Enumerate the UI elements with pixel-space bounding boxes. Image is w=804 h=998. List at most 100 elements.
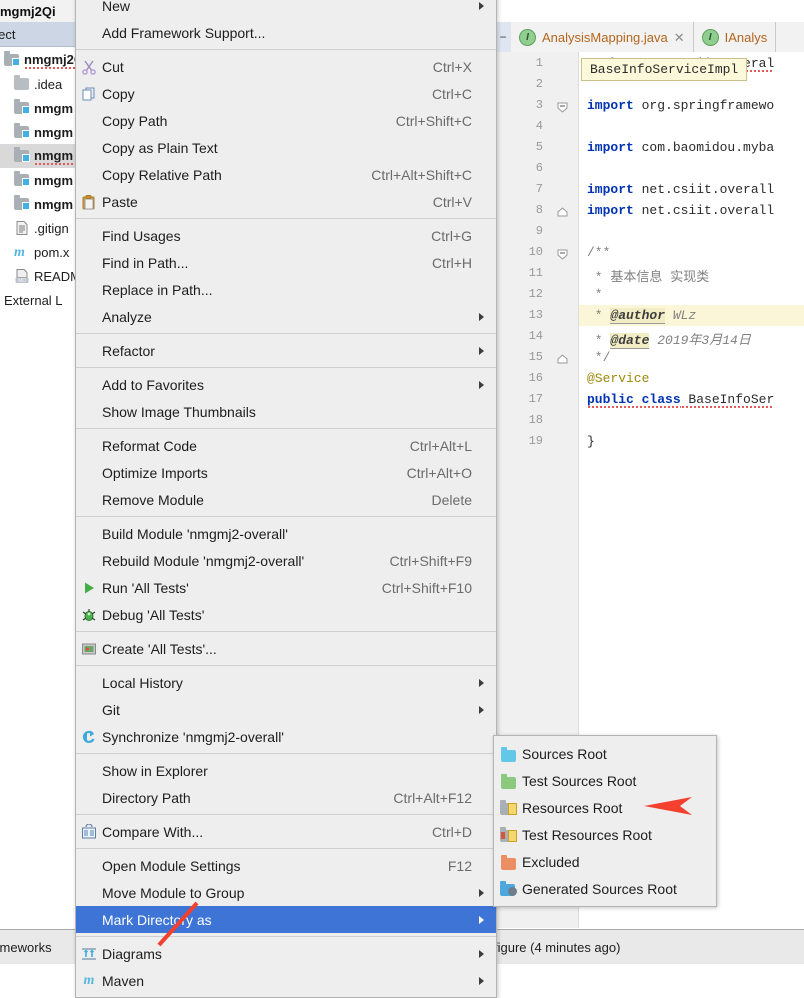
tree-item-label: nmgm bbox=[34, 172, 73, 188]
tree-item[interactable]: nmgmj2O bbox=[0, 48, 78, 72]
menu-item-open-module-settings[interactable]: Open Module Settings F12 bbox=[76, 852, 496, 879]
menu-item-label: Open Module Settings bbox=[102, 857, 241, 874]
menu-item-find-in-path[interactable]: Find in Path... Ctrl+H bbox=[76, 249, 496, 276]
menu-item-paste[interactable]: Paste Ctrl+V bbox=[76, 188, 496, 215]
menu-item-label: Paste bbox=[102, 193, 138, 210]
project-title-label: nmgmj2Qi bbox=[0, 3, 56, 19]
menu-item-copy-as-plain-text[interactable]: Copy as Plain Text bbox=[76, 134, 496, 161]
editor-tab-analysismapping[interactable]: I AnalysisMapping.java ✕ bbox=[511, 22, 694, 52]
submenu-item-test-resources-root[interactable]: Test Resources Root bbox=[494, 821, 716, 848]
editor-tabstrip: − I AnalysisMapping.java ✕ I IAnalys bbox=[495, 22, 804, 53]
tree-item[interactable]: nmgm bbox=[0, 192, 78, 216]
menu-item-copy-relative-path[interactable]: Copy Relative Path Ctrl+Alt+Shift+C bbox=[76, 161, 496, 188]
chevron-right-icon bbox=[472, 889, 490, 897]
tree-item[interactable]: nmgm bbox=[0, 120, 78, 144]
menu-item-show-image-thumbnails[interactable]: Show Image Thumbnails bbox=[76, 398, 496, 425]
interface-icon: I bbox=[701, 28, 719, 46]
menu-item-shortcut: Ctrl+Shift+F9 bbox=[389, 552, 472, 569]
tree-item[interactable]: nmgm bbox=[0, 144, 78, 168]
menu-item-move-module-to-group[interactable]: Move Module to Group bbox=[76, 879, 496, 906]
tree-item[interactable]: nmgm bbox=[0, 168, 78, 192]
menu-item-copy-path[interactable]: Copy Path Ctrl+Shift+C bbox=[76, 107, 496, 134]
menu-item-find-usages[interactable]: Find Usages Ctrl+G bbox=[76, 222, 496, 249]
line-number: 15 bbox=[528, 350, 543, 364]
code-fold-open-icon[interactable] bbox=[557, 248, 568, 260]
tree-item-label: External L bbox=[4, 292, 63, 308]
menu-item-new[interactable]: New bbox=[76, 0, 496, 19]
menu-item-local-history[interactable]: Local History bbox=[76, 669, 496, 696]
submenu-item-label: Excluded bbox=[522, 853, 580, 870]
menu-item-refactor[interactable]: Refactor bbox=[76, 337, 496, 364]
menu-item-create-all-tests[interactable]: Create 'All Tests'... bbox=[76, 635, 496, 662]
module-icon bbox=[4, 51, 20, 68]
code-fold-close-icon[interactable] bbox=[557, 353, 568, 364]
tree-item[interactable]: m pom.x bbox=[0, 240, 78, 264]
tree-item-label: pom.x bbox=[34, 244, 70, 260]
tree-item[interactable]: nmgm bbox=[0, 96, 78, 120]
menu-item-rebuild-module-nmgmj2-overall[interactable]: Rebuild Module 'nmgmj2-overall' Ctrl+Shif… bbox=[76, 547, 496, 574]
mark-directory-as-submenu[interactable]: Sources Root Test Sources Root Resources R… bbox=[493, 735, 717, 907]
code-fold-open-icon[interactable] bbox=[557, 101, 568, 113]
menu-item-label: Maven bbox=[102, 972, 145, 989]
menu-item-shortcut: Ctrl+X bbox=[432, 58, 472, 75]
submenu-item-sources-root[interactable]: Sources Root bbox=[494, 740, 716, 767]
menu-item-optimize-imports[interactable]: Optimize Imports Ctrl+Alt+O bbox=[76, 459, 496, 486]
collapse-panel-icon[interactable]: − bbox=[495, 22, 511, 52]
submenu-item-test-sources-root[interactable]: Test Sources Root bbox=[494, 767, 716, 794]
project-panel-header[interactable]: oject bbox=[0, 22, 78, 47]
code-line: import net.csiit.overall bbox=[587, 182, 775, 197]
chevron-right-icon bbox=[472, 706, 490, 714]
menu-item-analyze[interactable]: Analyze bbox=[76, 303, 496, 330]
context-menu[interactable]: New Add Framework Support... Cut Ctrl+X Copy… bbox=[75, 0, 497, 998]
menu-item-replace-in-path[interactable]: Replace in Path... bbox=[76, 276, 496, 303]
submenu-item-generated-sources-root[interactable]: Generated Sources Root bbox=[494, 875, 716, 902]
menu-item-label: Find in Path... bbox=[102, 254, 189, 271]
menu-item-build-module-nmgmj2-overall[interactable]: Build Module 'nmgmj2-overall' bbox=[76, 520, 496, 547]
tree-item[interactable]: .gitign bbox=[0, 216, 78, 240]
tree-item[interactable]: .idea bbox=[0, 72, 78, 96]
menu-item-add-to-favorites[interactable]: Add to Favorites bbox=[76, 371, 496, 398]
menu-item-shortcut: Ctrl+Alt+O bbox=[406, 464, 472, 481]
submenu-item-excluded[interactable]: Excluded bbox=[494, 848, 716, 875]
line-number: 12 bbox=[528, 287, 543, 301]
menu-item-label: Add Framework Support... bbox=[102, 24, 266, 41]
menu-item-cut[interactable]: Cut Ctrl+X bbox=[76, 53, 496, 80]
code-line: import com.baomidou.myba bbox=[587, 140, 775, 155]
menu-item-debug-all-tests[interactable]: Debug 'All Tests' bbox=[76, 601, 496, 628]
tree-item-label: nmgm bbox=[34, 147, 73, 165]
menu-item-shortcut: Ctrl+Alt+Shift+C bbox=[371, 166, 472, 183]
menu-item-compare-with[interactable]: Compare With... Ctrl+D bbox=[76, 818, 496, 845]
menu-item-reformat-code[interactable]: Reformat Code Ctrl+Alt+L bbox=[76, 432, 496, 459]
project-tree[interactable]: nmgmj2O .idea nmgm nmgm nmgm nmgm nmgm .gitign m… bbox=[0, 48, 78, 928]
menu-item-diagrams[interactable]: Diagrams bbox=[76, 940, 496, 967]
menu-item-copy[interactable]: Copy Ctrl+C bbox=[76, 80, 496, 107]
menu-item-label: Build Module 'nmgmj2-overall' bbox=[102, 525, 288, 542]
tree-item[interactable]: External L bbox=[0, 288, 78, 312]
menu-item-run-all-tests[interactable]: Run 'All Tests' Ctrl+Shift+F10 bbox=[76, 574, 496, 601]
menu-item-add-framework-support[interactable]: Add Framework Support... bbox=[76, 19, 496, 46]
editor-tab-ianalysis[interactable]: I IAnalys bbox=[693, 22, 777, 52]
code-line: * bbox=[587, 287, 603, 302]
menu-item-maven[interactable]: m Maven bbox=[76, 967, 496, 994]
chevron-right-icon bbox=[472, 679, 490, 687]
line-number: 7 bbox=[535, 182, 543, 196]
menu-item-git[interactable]: Git bbox=[76, 696, 496, 723]
folder-plain-icon bbox=[14, 75, 30, 92]
menu-item-label: Compare With... bbox=[102, 823, 204, 840]
menu-item-remove-module[interactable]: Remove Module Delete bbox=[76, 486, 496, 513]
project-tool-window-tab[interactable]: nmgmj2Qi bbox=[0, 0, 78, 23]
menu-item-label: Cut bbox=[102, 58, 124, 75]
line-number: 19 bbox=[528, 434, 543, 448]
menu-item-synchronize-nmgmj2-overall[interactable]: Synchronize 'nmgmj2-overall' bbox=[76, 723, 496, 750]
line-number: 17 bbox=[528, 392, 543, 406]
menu-item-directory-path[interactable]: Directory Path Ctrl+Alt+F12 bbox=[76, 784, 496, 811]
menu-item-mark-directory-as[interactable]: Mark Directory as bbox=[76, 906, 496, 933]
close-icon[interactable]: ✕ bbox=[674, 31, 685, 44]
menu-item-label: Git bbox=[102, 701, 120, 718]
submenu-item-label: Test Sources Root bbox=[522, 772, 637, 789]
menu-item-show-in-explorer[interactable]: Show in Explorer bbox=[76, 757, 496, 784]
tree-item[interactable]: MD READM bbox=[0, 264, 78, 288]
submenu-item-resources-root[interactable]: Resources Root bbox=[494, 794, 716, 821]
menu-item-shortcut: Delete bbox=[431, 491, 472, 508]
code-fold-close-icon[interactable] bbox=[557, 206, 568, 217]
